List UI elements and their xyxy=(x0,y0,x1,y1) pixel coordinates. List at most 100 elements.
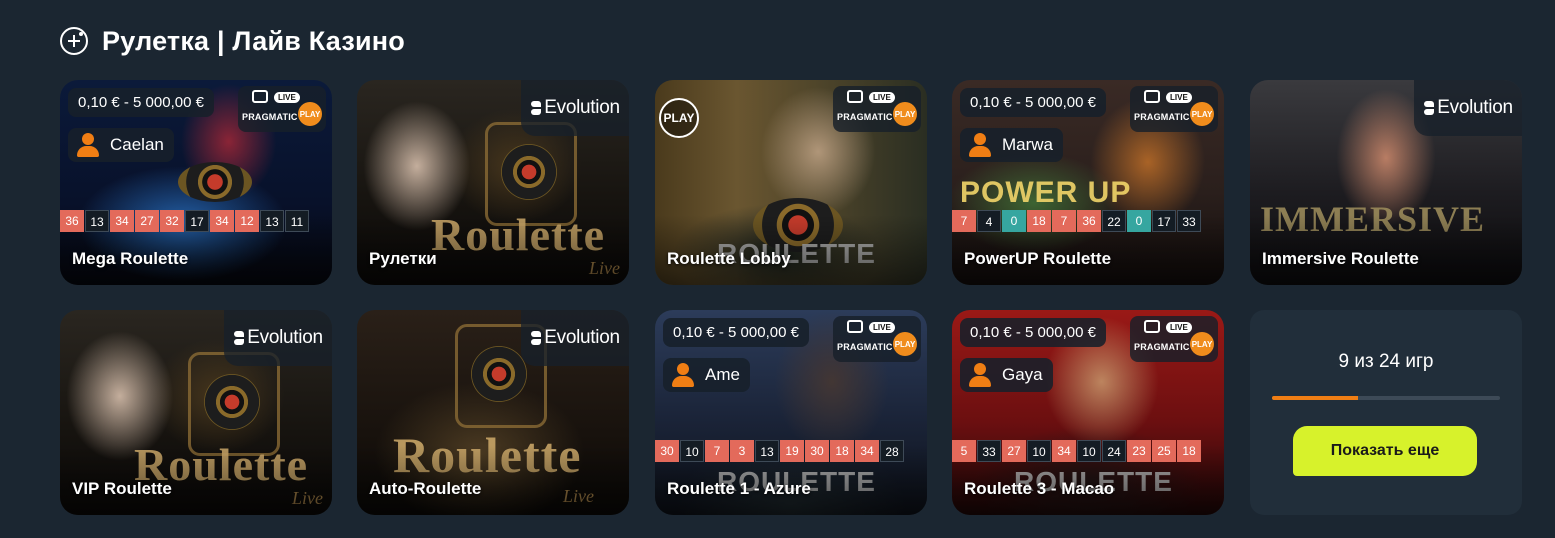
roulette-wheel-image xyxy=(178,162,252,202)
result-number: 25 xyxy=(1152,440,1176,462)
game-title: Mega Roulette xyxy=(72,249,189,268)
evolution-icon xyxy=(233,330,245,346)
evolution-logo: Evolution xyxy=(521,310,629,366)
game-title: Рулетки xyxy=(369,249,437,268)
result-number: 0 xyxy=(1002,210,1026,232)
pragmatic-play-live-logo: LIVE PRAGMATIC PLAY xyxy=(833,86,921,132)
game-title: Roulette Lobby xyxy=(667,249,791,268)
result-number: 36 xyxy=(1077,210,1101,232)
bet-range: 0,10 € - 5 000,00 € xyxy=(960,88,1106,117)
bet-range: 0,10 € - 5 000,00 € xyxy=(960,318,1106,347)
bet-range: 0,10 € - 5 000,00 € xyxy=(663,318,809,347)
dealer-badge: Marwa xyxy=(960,128,1064,162)
recent-results: 5 33 27 10 34 10 24 23 25 18 xyxy=(952,440,1202,462)
dealer-badge: Gaya xyxy=(960,358,1053,392)
pragmatic-play-live-logo: LIVE PRAGMATIC PLAY xyxy=(1130,316,1218,362)
tv-icon xyxy=(847,320,863,333)
recent-results: 30 10 7 3 13 19 30 18 34 28 xyxy=(655,440,905,462)
person-icon xyxy=(671,363,695,387)
result-number: 10 xyxy=(680,440,704,462)
result-number: 5 xyxy=(952,440,976,462)
result-number: 18 xyxy=(830,440,854,462)
result-number: 32 xyxy=(160,210,184,232)
evolution-icon xyxy=(530,330,542,346)
pragmatic-play-live-logo: LIVE PRAGMATIC PLAY xyxy=(238,86,326,132)
tv-icon xyxy=(1144,320,1160,333)
game-card-ruletki[interactable]: Roulette Live Evolution Рулетки xyxy=(357,80,629,285)
evolution-icon xyxy=(530,100,542,116)
result-number: 13 xyxy=(755,440,779,462)
result-number: 30 xyxy=(805,440,829,462)
evolution-logo: Evolution xyxy=(224,310,332,366)
roulette-wheel-image xyxy=(204,374,260,430)
result-number: 7 xyxy=(952,210,976,232)
recent-results: 7 4 0 18 7 36 22 0 17 33 xyxy=(952,210,1202,232)
result-number: 18 xyxy=(1027,210,1051,232)
person-icon xyxy=(76,133,100,157)
result-number: 30 xyxy=(655,440,679,462)
result-number: 10 xyxy=(1027,440,1051,462)
dealer-name: Caelan xyxy=(110,135,164,154)
game-title: VIP Roulette xyxy=(72,479,172,498)
result-number: 22 xyxy=(1102,210,1126,232)
result-number: 34 xyxy=(210,210,234,232)
dealer-badge: Ame xyxy=(663,358,750,392)
result-number: 36 xyxy=(60,210,84,232)
result-number: 13 xyxy=(85,210,109,232)
result-number: 34 xyxy=(110,210,134,232)
result-number: 33 xyxy=(1177,210,1201,232)
recent-results: 36 13 34 27 32 17 34 12 13 11 xyxy=(60,210,310,232)
result-number: 3 xyxy=(730,440,754,462)
game-card-roulette-3-macao[interactable]: ROULETTE 0,10 € - 5 000,00 € Gaya LIVE P… xyxy=(952,310,1224,515)
person-icon xyxy=(968,133,992,157)
result-number: 18 xyxy=(1177,440,1201,462)
result-number: 17 xyxy=(1152,210,1176,232)
game-title: Roulette 1 - Azure xyxy=(667,479,811,498)
game-title: PowerUP Roulette xyxy=(964,249,1112,268)
game-title: Auto-Roulette xyxy=(369,479,482,498)
games-count: 9 из 24 игр xyxy=(1338,351,1434,372)
result-number: 19 xyxy=(780,440,804,462)
game-card-mega-roulette[interactable]: 0,10 € - 5 000,00 € Caelan LIVE PRAGMATI… xyxy=(60,80,332,285)
result-number: 12 xyxy=(235,210,259,232)
game-card-immersive-roulette[interactable]: IMMERSIVE Evolution Immersive Roulette xyxy=(1250,80,1522,285)
result-number: 28 xyxy=(880,440,904,462)
person-icon xyxy=(968,363,992,387)
result-number: 11 xyxy=(285,210,309,232)
tv-icon xyxy=(847,90,863,103)
tv-icon xyxy=(252,90,268,103)
games-progress-fill xyxy=(1272,396,1358,400)
game-card-roulette-lobby[interactable]: ROULETTE PLAY LIVE PRAGMATIC PLAY Roulet… xyxy=(655,80,927,285)
result-number: 23 xyxy=(1127,440,1151,462)
dealer-name: Ame xyxy=(705,365,740,384)
result-number: 24 xyxy=(1102,440,1126,462)
result-number: 27 xyxy=(1002,440,1026,462)
dealer-badge: Caelan xyxy=(68,128,174,162)
result-number: 17 xyxy=(185,210,209,232)
result-number: 7 xyxy=(705,440,729,462)
dealer-name: Marwa xyxy=(1002,135,1054,154)
section-header: Рулетка | Лайв Казино xyxy=(60,24,405,58)
pragmatic-play-logo: PLAY xyxy=(659,98,699,138)
result-number: 13 xyxy=(260,210,284,232)
section-title[interactable]: Рулетка | Лайв Казино xyxy=(102,26,405,57)
result-number: 4 xyxy=(977,210,1001,232)
game-title: Immersive Roulette xyxy=(1262,249,1419,268)
tv-icon xyxy=(1144,90,1160,103)
evolution-logo: Evolution xyxy=(521,80,629,136)
pragmatic-play-live-logo: LIVE PRAGMATIC PLAY xyxy=(833,316,921,362)
result-number: 34 xyxy=(1052,440,1076,462)
evolution-icon xyxy=(1423,100,1435,116)
result-number: 27 xyxy=(135,210,159,232)
games-progress-bar xyxy=(1272,396,1500,400)
game-card-vip-roulette[interactable]: Roulette Live Evolution VIP Roulette xyxy=(60,310,332,515)
result-number: 7 xyxy=(1052,210,1076,232)
show-more-button[interactable]: Показать еще xyxy=(1293,426,1477,476)
game-card-roulette-1-azure[interactable]: ROULETTE 0,10 € - 5 000,00 € Ame LIVE PR… xyxy=(655,310,927,515)
result-number: 34 xyxy=(855,440,879,462)
game-card-auto-roulette[interactable]: Roulette Live Evolution Auto-Roulette xyxy=(357,310,629,515)
pragmatic-play-live-logo: LIVE PRAGMATIC PLAY xyxy=(1130,86,1218,132)
result-number: 33 xyxy=(977,440,1001,462)
game-card-powerup-roulette[interactable]: POWER UP 0,10 € - 5 000,00 € Marwa LIVE … xyxy=(952,80,1224,285)
evolution-logo: Evolution xyxy=(1414,80,1522,136)
